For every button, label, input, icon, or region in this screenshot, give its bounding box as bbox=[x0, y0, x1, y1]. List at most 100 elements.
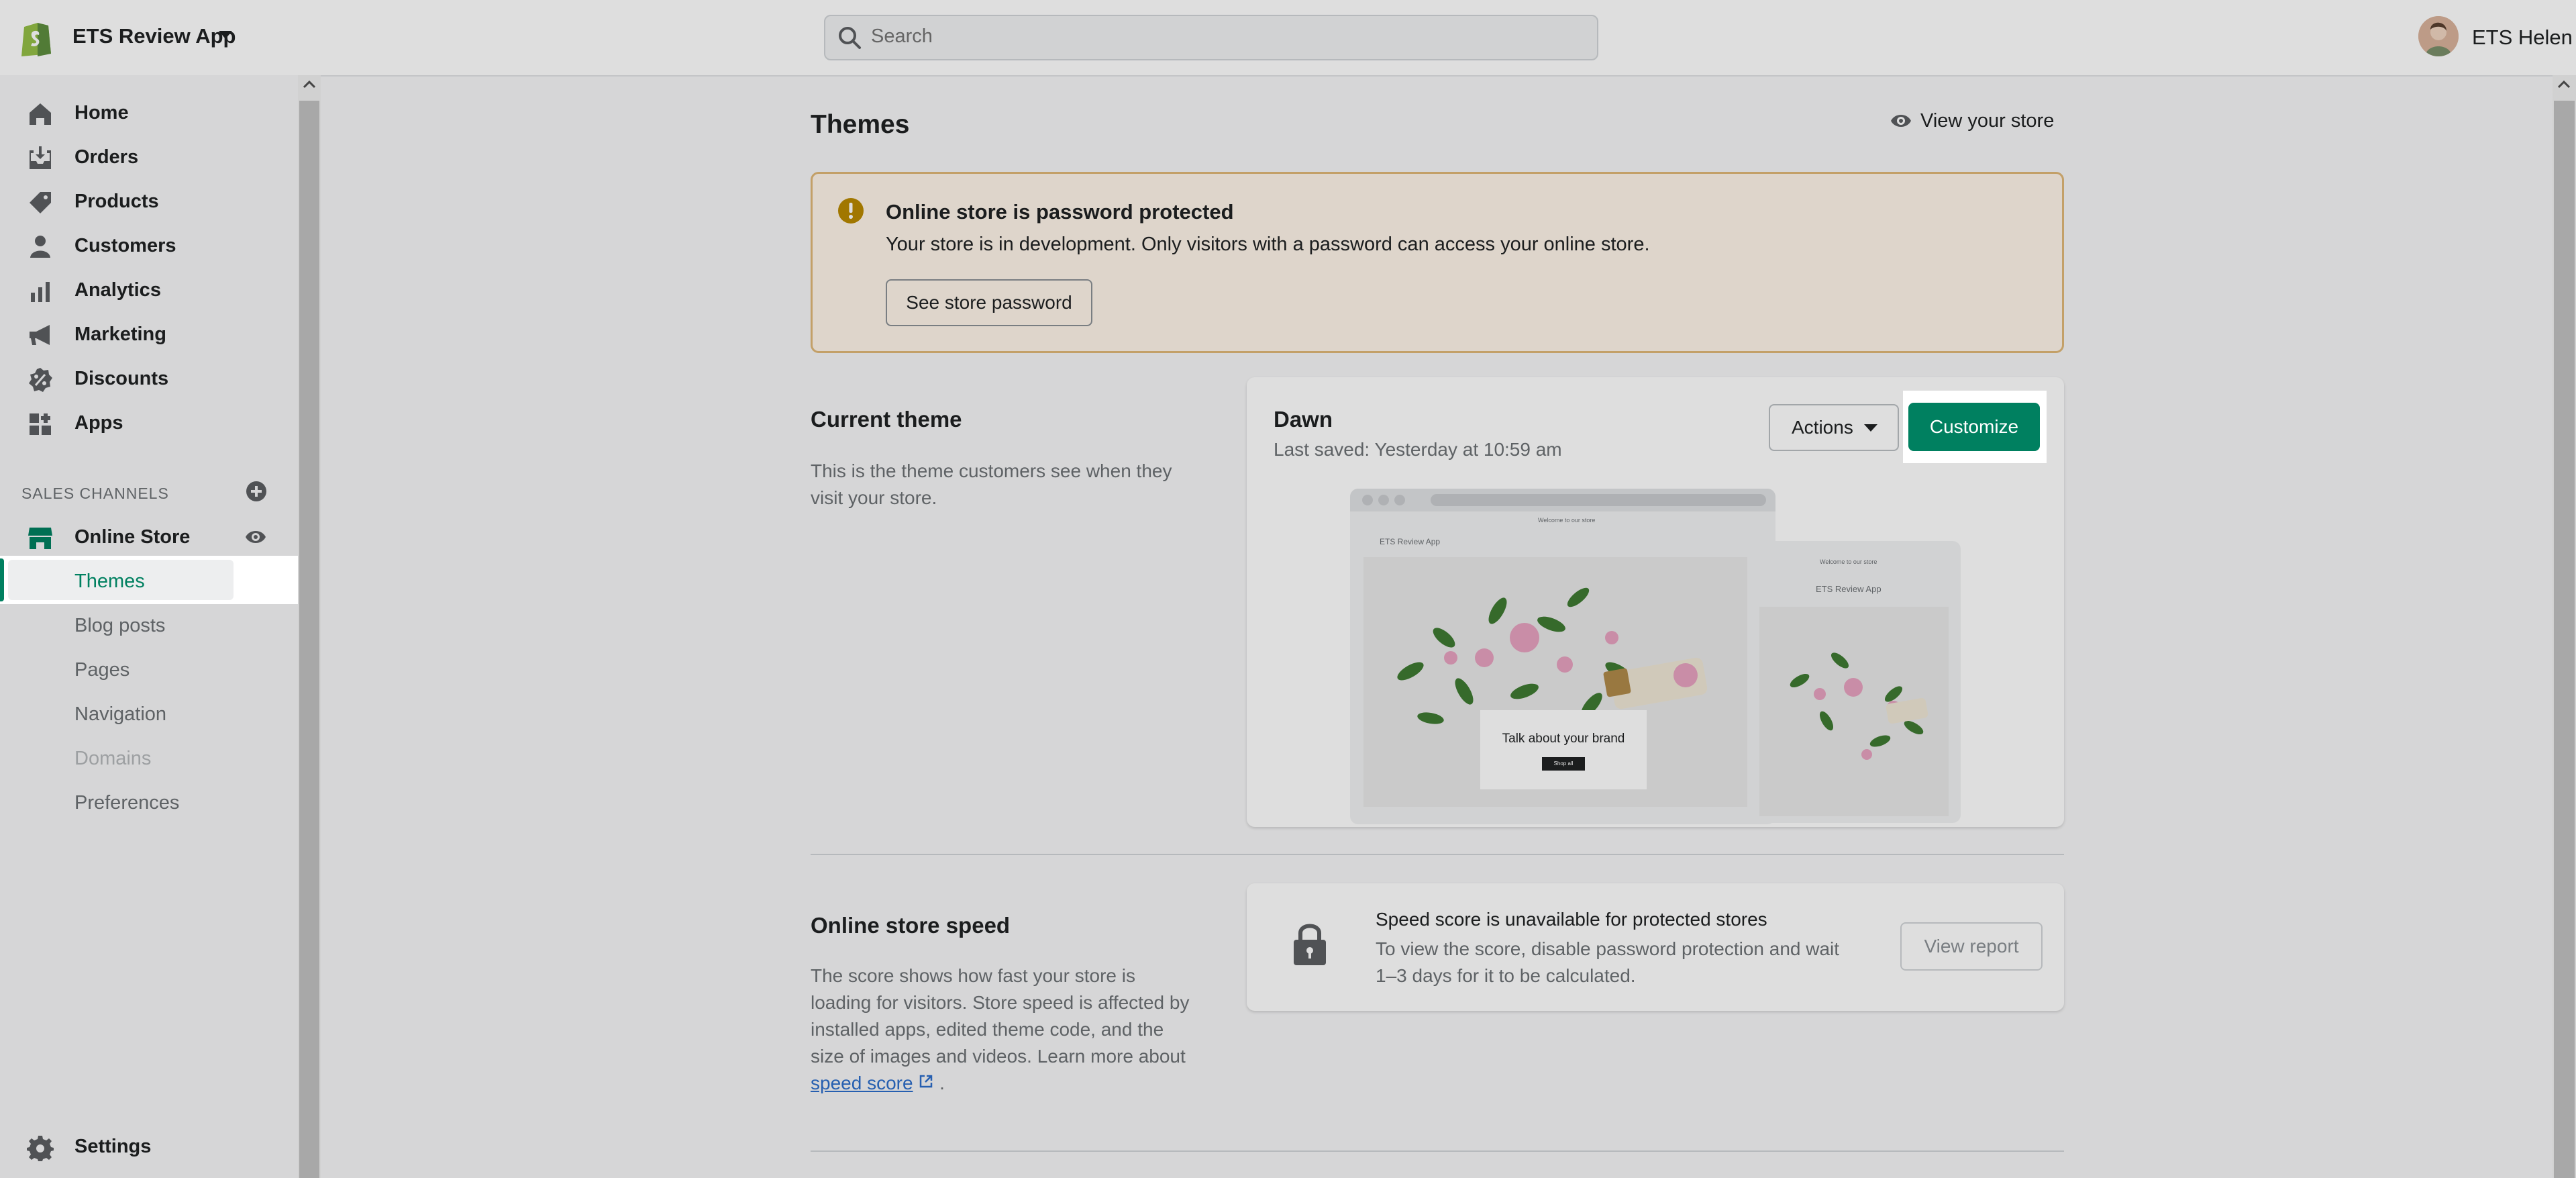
external-link-icon[interactable] bbox=[918, 1073, 934, 1089]
section-divider bbox=[811, 1150, 2064, 1152]
banner-text: Your store is in development. Only visit… bbox=[886, 234, 1650, 255]
sidebar-item-label: Products bbox=[74, 191, 159, 212]
sidebar-item-blog-posts[interactable]: Blog posts bbox=[0, 604, 295, 648]
speed-card-title: Speed score is unavailable for protected… bbox=[1376, 909, 1767, 930]
sidebar-item-label: Online Store bbox=[74, 526, 191, 548]
description-line: installed apps, edited theme code, and t… bbox=[811, 1019, 1164, 1040]
add-circle-icon[interactable] bbox=[246, 481, 267, 502]
view-store-link[interactable]: View your store bbox=[1920, 110, 2054, 132]
see-store-password-button[interactable]: See store password bbox=[886, 279, 1092, 326]
customize-button[interactable]: Customize bbox=[1908, 403, 2040, 451]
eye-icon[interactable] bbox=[1890, 111, 1912, 130]
search-icon bbox=[839, 27, 861, 49]
theme-last-saved: Last saved: Yesterday at 10:59 am bbox=[1274, 439, 1562, 460]
sidebar-item-label: Pages bbox=[74, 659, 130, 681]
sidebar-item-label: Preferences bbox=[74, 792, 180, 814]
browser-dots-icon bbox=[1362, 494, 1766, 506]
preview-shop-button: Shop all bbox=[1542, 757, 1585, 771]
description-line: The score shows how fast your store is bbox=[811, 965, 1135, 986]
lock-icon bbox=[1294, 924, 1326, 965]
sidebar-item-preferences[interactable]: Preferences bbox=[0, 781, 295, 826]
sidebar-item-label: Themes bbox=[74, 571, 145, 592]
store-speed-heading: Online store speed bbox=[811, 913, 1011, 938]
speed-text-line: 1–3 days for it to be calculated. bbox=[1376, 965, 1636, 986]
page-title: Themes bbox=[811, 110, 910, 139]
home-icon bbox=[30, 103, 51, 125]
sidebar-item-themes[interactable]: Themes bbox=[0, 560, 295, 604]
main-scrollbar-thumb[interactable] bbox=[2554, 101, 2575, 1178]
chevron-down-icon bbox=[1864, 424, 1877, 432]
sidebar-item-label: Blog posts bbox=[74, 615, 166, 636]
store-speed-description: The score shows how fast your store is l… bbox=[811, 963, 1189, 1097]
sidebar-item-label: Navigation bbox=[74, 703, 167, 725]
sidebar-item-customers[interactable]: Customers bbox=[0, 224, 295, 268]
preview-shop-button-label: Shop all bbox=[1553, 760, 1574, 767]
sidebar-item-label: Orders bbox=[74, 146, 139, 168]
warning-icon bbox=[838, 198, 864, 224]
store-icon bbox=[28, 528, 52, 549]
sidebar-item-home[interactable]: Home bbox=[0, 91, 295, 136]
preview-announcement: Welcome to our store bbox=[1538, 517, 1596, 524]
sidebar-item-orders[interactable]: Orders bbox=[0, 136, 295, 180]
description-line: speed score . bbox=[811, 1070, 1189, 1097]
eye-icon[interactable] bbox=[244, 528, 267, 546]
megaphone-icon bbox=[30, 325, 50, 345]
orders-icon bbox=[30, 146, 51, 169]
sidebar-item-label: Analytics bbox=[74, 279, 161, 301]
description-line: size of images and videos. Learn more ab… bbox=[811, 1046, 1186, 1067]
current-theme-heading: Current theme bbox=[811, 407, 962, 432]
view-report-button: View report bbox=[1900, 922, 2043, 971]
speed-text-line: To view the score, disable password prot… bbox=[1376, 938, 1840, 959]
chevron-down-icon[interactable] bbox=[219, 31, 232, 39]
store-name[interactable]: ETS Review App bbox=[72, 24, 236, 48]
sidebar-item-products[interactable]: Products bbox=[0, 180, 295, 224]
description-line: loading for visitors. Store speed is aff… bbox=[811, 992, 1190, 1013]
description-line: This is the theme customers see when the… bbox=[811, 460, 1172, 481]
tag-icon bbox=[30, 192, 51, 213]
sidebar-item-label: Settings bbox=[74, 1136, 152, 1157]
actions-button[interactable]: Actions bbox=[1769, 404, 1899, 451]
flowers-image-icon bbox=[1759, 607, 1949, 816]
person-icon bbox=[30, 236, 50, 258]
sidebar-item-online-store[interactable]: Online Store bbox=[0, 516, 295, 560]
sidebar-item-analytics[interactable]: Analytics bbox=[0, 268, 295, 313]
preview-mobile-announcement: Welcome to our store bbox=[1820, 558, 1877, 565]
section-divider bbox=[811, 854, 2064, 855]
avatar-image-icon bbox=[2418, 16, 2459, 56]
preview-brand-text: Talk about your brand bbox=[1502, 732, 1625, 746]
sidebar-item-label: Home bbox=[74, 102, 129, 124]
sidebar-item-apps[interactable]: Apps bbox=[0, 401, 295, 446]
sidebar-item-settings[interactable]: Settings bbox=[0, 1125, 295, 1169]
sidebar-item-marketing[interactable]: Marketing bbox=[0, 313, 295, 357]
sidebar-item-navigation[interactable]: Navigation bbox=[0, 693, 295, 737]
preview-desktop-store-name: ETS Review App bbox=[1380, 537, 1441, 546]
preview-brand-box bbox=[1480, 710, 1647, 789]
scroll-up-icon[interactable] bbox=[302, 79, 317, 90]
sales-channels-heading: SALES CHANNELS bbox=[21, 485, 169, 502]
search-input[interactable] bbox=[871, 26, 1576, 48]
discount-icon bbox=[29, 368, 52, 392]
banner-title: Online store is password protected bbox=[886, 200, 1234, 224]
scroll-up-icon[interactable] bbox=[2557, 79, 2571, 90]
theme-name: Dawn bbox=[1274, 407, 1333, 432]
shopify-logo-icon[interactable] bbox=[17, 17, 55, 58]
sidebar-item-label: Apps bbox=[74, 412, 123, 434]
sidebar-scrollbar-thumb[interactable] bbox=[299, 101, 319, 1178]
browser-bar bbox=[1350, 489, 1775, 511]
sidebar-item-domains: Domains bbox=[0, 737, 295, 781]
sidebar-item-label: Customers bbox=[74, 235, 176, 256]
sidebar-item-pages[interactable]: Pages bbox=[0, 648, 295, 693]
bar-chart-icon bbox=[31, 282, 50, 302]
apps-icon bbox=[30, 413, 51, 435]
sidebar-item-discounts[interactable]: Discounts bbox=[0, 357, 295, 401]
avatar[interactable] bbox=[2418, 16, 2459, 56]
preview-mobile-store-name: ETS Review App bbox=[1816, 584, 1882, 594]
preview-mobile-image bbox=[1759, 607, 1949, 816]
punctuation: . bbox=[939, 1073, 945, 1093]
speed-card-text: To view the score, disable password prot… bbox=[1376, 936, 1872, 989]
speed-score-link[interactable]: speed score bbox=[811, 1073, 913, 1093]
current-theme-description: This is the theme customers see when the… bbox=[811, 458, 1172, 511]
gear-icon bbox=[27, 1136, 54, 1161]
user-name[interactable]: ETS Helen bbox=[2472, 26, 2573, 50]
description-line: visit your store. bbox=[811, 487, 937, 508]
